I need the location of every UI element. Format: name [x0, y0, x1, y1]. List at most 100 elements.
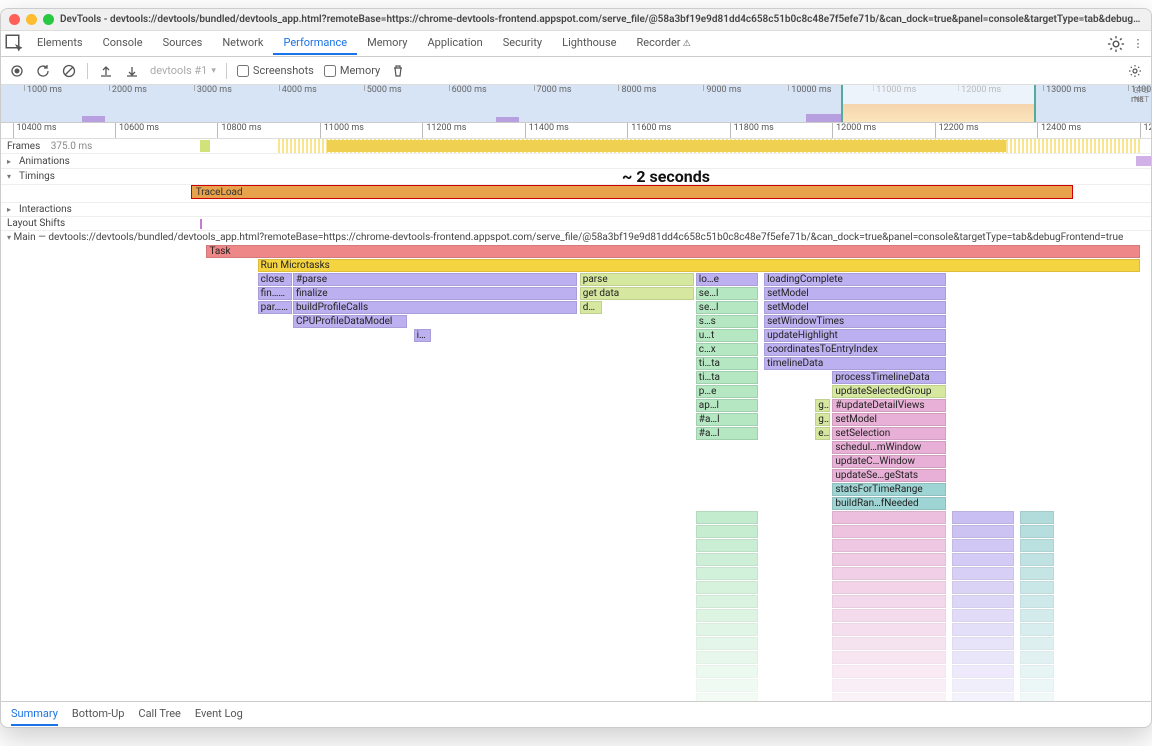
gear-icon[interactable] — [1107, 35, 1125, 53]
flame-span[interactable]: ti…ta — [696, 357, 759, 370]
tab-security[interactable]: Security — [493, 32, 552, 55]
clear-icon[interactable] — [61, 63, 77, 79]
flame-span[interactable] — [1020, 693, 1054, 701]
overview-strip[interactable]: 1000 ms2000 ms3000 ms4000 ms5000 ms6000 … — [1, 85, 1151, 123]
bottom-tab-event-log[interactable]: Event Log — [195, 703, 243, 726]
flame-span[interactable]: ti…ta — [696, 371, 759, 384]
tab-memory[interactable]: Memory — [357, 32, 417, 55]
flame-span[interactable]: loadingComplete — [764, 273, 946, 286]
flame-span[interactable] — [696, 623, 759, 636]
tab-elements[interactable]: Elements — [27, 32, 93, 55]
tab-sources[interactable]: Sources — [153, 32, 213, 55]
flame-span[interactable]: e… — [815, 427, 830, 440]
tab-recorder[interactable]: Recorder ⚠ — [626, 32, 700, 55]
flame-span[interactable] — [952, 553, 1015, 566]
flame-span[interactable]: Task — [206, 245, 1139, 258]
flame-span[interactable] — [952, 511, 1015, 524]
flame-span[interactable]: #a…l — [696, 413, 759, 426]
flame-span[interactable] — [952, 539, 1015, 552]
flame-span[interactable] — [832, 679, 946, 692]
reload-icon[interactable] — [35, 63, 51, 79]
flame-span[interactable] — [696, 637, 759, 650]
flame-span[interactable]: finalize — [293, 287, 578, 300]
flame-span[interactable]: buildRan…fNeeded — [832, 497, 946, 510]
flame-span[interactable] — [832, 511, 946, 524]
flame-span[interactable]: schedul…mWindow — [832, 441, 946, 454]
flame-span[interactable] — [832, 567, 946, 580]
close-icon[interactable] — [9, 14, 20, 25]
flame-span[interactable] — [952, 525, 1015, 538]
flame-span[interactable] — [1020, 679, 1054, 692]
flame-span[interactable] — [832, 637, 946, 650]
download-icon[interactable] — [124, 63, 140, 79]
flame-span[interactable]: parse — [580, 273, 694, 286]
flame-span[interactable] — [832, 623, 946, 636]
flame-span[interactable]: updateHighlight — [764, 329, 946, 342]
flame-span[interactable]: se…l — [696, 301, 759, 314]
memory-checkbox[interactable]: Memory — [324, 64, 380, 77]
flame-span[interactable] — [832, 553, 946, 566]
flame-span[interactable]: setModel — [832, 413, 946, 426]
flame-span[interactable]: i… — [414, 329, 431, 342]
flame-span[interactable]: processTimelineData — [832, 371, 946, 384]
flame-span[interactable] — [1020, 609, 1054, 622]
flame-span[interactable] — [832, 651, 946, 664]
flame-chart[interactable]: TaskRun Microtasksclose#parseparselo…elo… — [1, 245, 1151, 701]
bottom-tab-call-tree[interactable]: Call Tree — [138, 703, 180, 726]
flame-span[interactable]: data — [580, 301, 603, 314]
flame-span[interactable]: s…s — [696, 315, 759, 328]
flame-span[interactable]: CPUProfileDataModel — [293, 315, 407, 328]
flame-span[interactable] — [1020, 567, 1054, 580]
flame-span[interactable] — [1020, 665, 1054, 678]
inspect-element-icon[interactable] — [5, 34, 25, 54]
flame-span[interactable] — [832, 693, 946, 701]
minimize-icon[interactable] — [26, 14, 37, 25]
flame-span[interactable] — [1020, 553, 1054, 566]
flame-span[interactable]: g… — [815, 399, 830, 412]
flame-span[interactable] — [1020, 581, 1054, 594]
flame-span[interactable] — [952, 651, 1015, 664]
flame-span[interactable] — [696, 581, 759, 594]
flame-span[interactable]: updateSe…geStats — [832, 469, 946, 482]
flame-span[interactable] — [952, 665, 1015, 678]
flame-span[interactable] — [952, 679, 1015, 692]
flame-span[interactable] — [832, 525, 946, 538]
disclosure-icon[interactable]: ▾ — [7, 233, 11, 242]
flame-span[interactable]: coordinatesToEntryIndex — [764, 343, 946, 356]
frames-bar[interactable] — [181, 139, 1151, 153]
flame-span[interactable]: par…at — [258, 301, 292, 314]
disclosure-icon[interactable]: ▸ — [7, 205, 15, 214]
flame-span[interactable]: updateSelectedGroup — [832, 385, 946, 398]
flame-span[interactable]: ap…l — [696, 399, 759, 412]
tab-performance[interactable]: Performance — [273, 32, 357, 55]
flame-span[interactable]: setModel — [764, 301, 946, 314]
flame-span[interactable] — [1020, 651, 1054, 664]
flame-span[interactable] — [952, 637, 1015, 650]
flame-span[interactable] — [696, 679, 759, 692]
flame-span[interactable] — [952, 595, 1015, 608]
flame-span[interactable]: Run Microtasks — [258, 259, 1140, 272]
flame-span[interactable] — [952, 567, 1015, 580]
flame-span[interactable]: close — [258, 273, 292, 286]
flame-span[interactable]: fin…ace — [258, 287, 292, 300]
settings-gear-icon[interactable] — [1127, 63, 1143, 79]
flame-span[interactable] — [952, 693, 1015, 701]
traceload-span[interactable]: TraceLoad — [191, 185, 1074, 199]
flame-span[interactable]: statsForTimeRange — [832, 483, 946, 496]
flame-span[interactable]: u…t — [696, 329, 759, 342]
flame-span[interactable] — [1020, 539, 1054, 552]
flame-span[interactable] — [1020, 623, 1054, 636]
flame-span[interactable]: timelineData — [764, 357, 946, 370]
maximize-icon[interactable] — [43, 14, 54, 25]
disclosure-icon[interactable]: ▾ — [7, 172, 15, 181]
screenshots-checkbox[interactable]: Screenshots — [237, 64, 314, 77]
flame-span[interactable] — [696, 595, 759, 608]
flame-span[interactable] — [832, 539, 946, 552]
record-icon[interactable] — [9, 63, 25, 79]
flame-span[interactable]: setSelection — [832, 427, 946, 440]
flame-span[interactable]: updateC…Window — [832, 455, 946, 468]
flame-span[interactable] — [696, 609, 759, 622]
tab-lighthouse[interactable]: Lighthouse — [552, 32, 626, 55]
flame-span[interactable] — [832, 581, 946, 594]
flame-span[interactable] — [832, 595, 946, 608]
